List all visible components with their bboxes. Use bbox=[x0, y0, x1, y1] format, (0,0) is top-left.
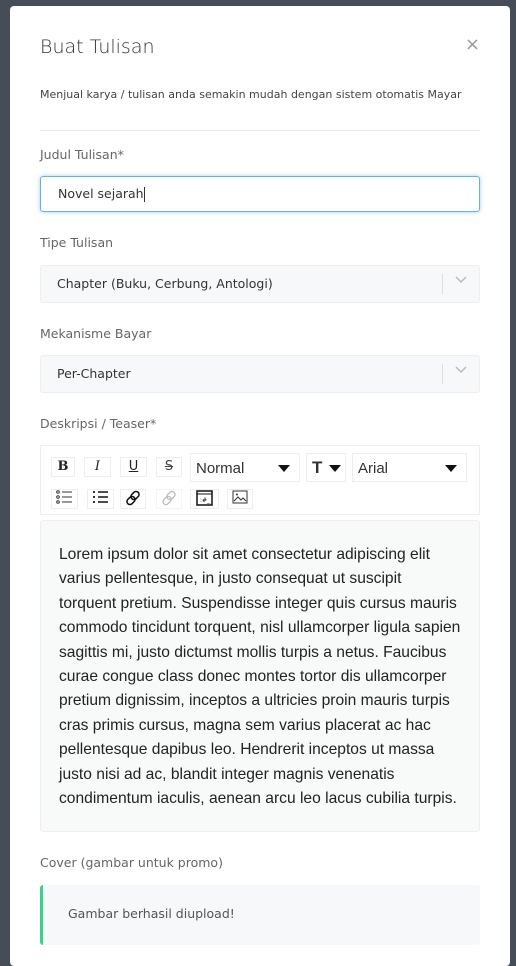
editor-toolbar: B I U S Normal T Arial :#_ bbox=[40, 445, 480, 515]
svg-text::#_: :#_ bbox=[200, 497, 211, 504]
select-separator bbox=[442, 274, 443, 294]
image-button[interactable] bbox=[227, 489, 253, 509]
unlink-button[interactable] bbox=[156, 489, 182, 509]
close-icon[interactable]: × bbox=[465, 34, 480, 55]
deskripsi-label: Deskripsi / Teaser* bbox=[40, 416, 157, 431]
description-editor[interactable]: Lorem ipsum dolor sit amet consectetur a… bbox=[40, 520, 480, 832]
heading-dropdown[interactable]: Normal bbox=[190, 453, 300, 482]
mekanisme-select[interactable]: Per-Chapter bbox=[40, 355, 480, 393]
image-icon bbox=[232, 490, 248, 504]
font-value: Arial bbox=[358, 460, 389, 477]
divider bbox=[40, 130, 480, 131]
link-button[interactable] bbox=[120, 489, 146, 509]
font-family-dropdown[interactable]: Arial bbox=[352, 453, 467, 482]
upload-success-alert: Gambar berhasil diupload! bbox=[40, 885, 480, 945]
numbered-list-button[interactable] bbox=[87, 489, 114, 509]
create-post-modal: Buat Tulisan × Menjual karya / tulisan a… bbox=[10, 6, 510, 966]
caret-down-icon bbox=[445, 465, 457, 472]
modal-title: Buat Tulisan bbox=[40, 36, 155, 58]
strikethrough-button[interactable]: S bbox=[156, 457, 182, 477]
caret-down-icon bbox=[278, 465, 290, 472]
mekanisme-label: Mekanisme Bayar bbox=[40, 326, 152, 341]
heading-value: Normal bbox=[196, 460, 245, 477]
bullet-list-icon bbox=[56, 490, 72, 504]
select-separator bbox=[442, 364, 443, 384]
cover-label: Cover (gambar untuk promo) bbox=[40, 855, 223, 870]
tipe-value: Chapter (Buku, Cerbung, Antologi) bbox=[57, 276, 273, 291]
numbered-list-icon bbox=[93, 491, 108, 503]
caret-down-icon bbox=[329, 465, 341, 472]
unlink-icon bbox=[162, 490, 176, 506]
text-size-icon: T bbox=[312, 458, 323, 477]
text-caret bbox=[143, 187, 145, 202]
italic-button[interactable]: I bbox=[84, 457, 111, 477]
code-view-icon: :#_ bbox=[196, 490, 213, 506]
chevron-down-icon bbox=[455, 276, 467, 284]
link-icon bbox=[126, 490, 140, 506]
judul-label: Judul Tulisan* bbox=[40, 147, 124, 162]
tipe-select[interactable]: Chapter (Buku, Cerbung, Antologi) bbox=[40, 265, 480, 303]
judul-value: Novel sejarah bbox=[58, 186, 144, 201]
code-view-button[interactable]: :#_ bbox=[190, 489, 219, 509]
font-size-dropdown[interactable]: T bbox=[306, 453, 346, 482]
mekanisme-value: Per-Chapter bbox=[57, 366, 131, 381]
bullet-list-button[interactable] bbox=[51, 489, 78, 509]
modal-subtitle: Menjual karya / tulisan anda semakin mud… bbox=[40, 88, 462, 101]
chevron-down-icon bbox=[455, 366, 467, 374]
bold-button[interactable]: B bbox=[51, 457, 75, 477]
judul-input[interactable]: Novel sejarah bbox=[40, 176, 480, 212]
tipe-label: Tipe Tulisan bbox=[40, 235, 114, 250]
underline-button[interactable]: U bbox=[120, 457, 147, 477]
